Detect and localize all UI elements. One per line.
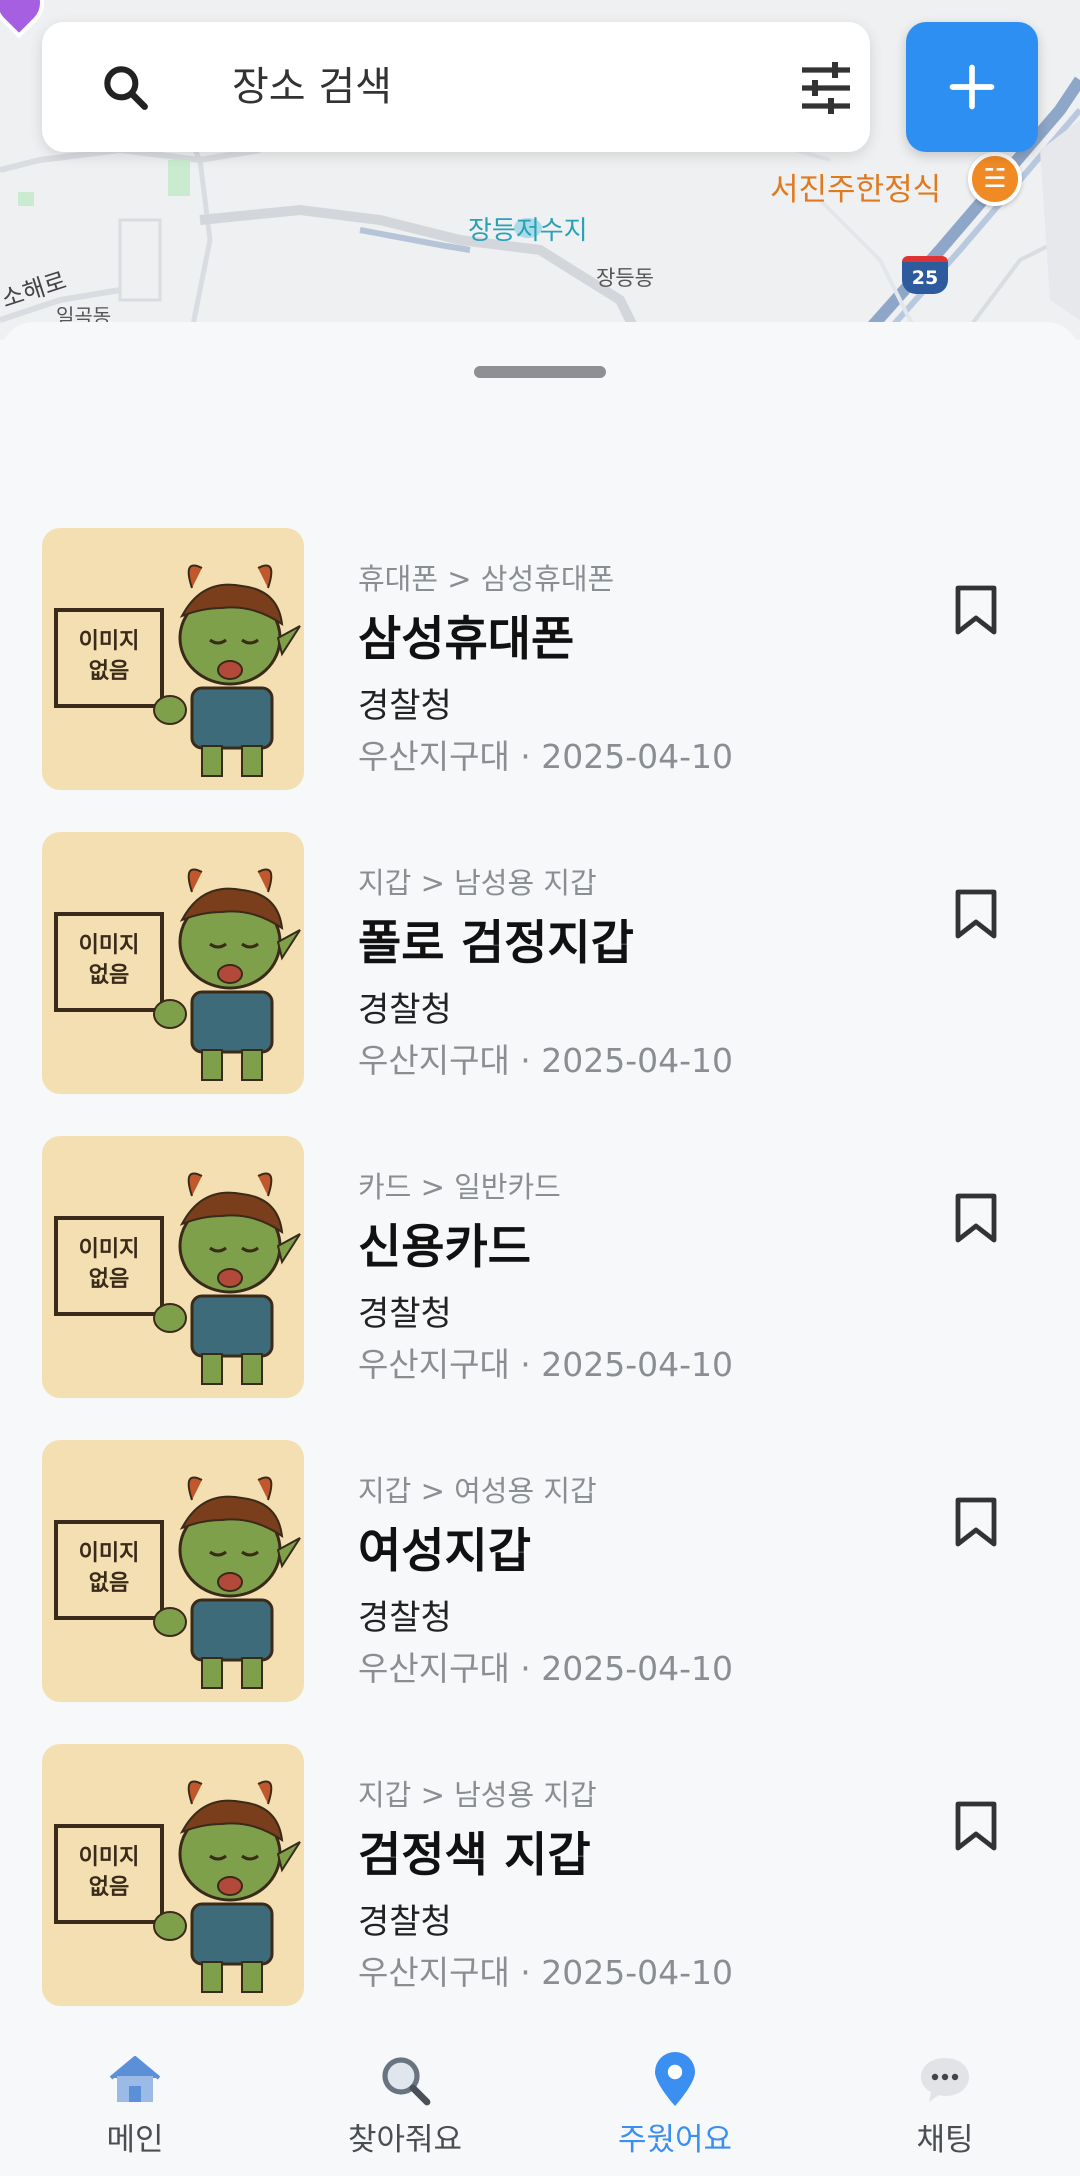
plus-icon <box>949 64 995 110</box>
bottom-sheet: 이미지 없음 휴대폰 > 삼성휴대폰 삼성휴대폰 경찰청 우산지구대 · 202… <box>0 322 1080 2176</box>
thumb-text-line2: 없음 <box>89 1571 129 1596</box>
bookmark-icon[interactable] <box>954 584 998 636</box>
bottom-nav: 메인 찾아줘요 주웠어요 채팅 <box>0 2036 1080 2176</box>
map-label-district: 장등동 <box>596 266 654 290</box>
bookmark-icon[interactable] <box>954 1496 998 1548</box>
thumb-text-line1: 이미지 <box>79 629 140 654</box>
item-category: 지갑 > 남성용 지갑 <box>358 1778 597 1812</box>
item-meta: 우산지구대 · 2025-04-10 <box>358 1041 734 1080</box>
thumb-text-line2: 없음 <box>89 963 129 988</box>
item-category: 휴대폰 > 삼성휴대폰 <box>358 562 615 596</box>
list-item[interactable]: 이미지 없음 지갑 > 남성용 지갑 폴로 검정지갑 경찰청 우산지구대 · 2… <box>0 832 1080 1096</box>
item-thumbnail: 이미지 없음 <box>42 832 304 1094</box>
item-meta: 우산지구대 · 2025-04-10 <box>358 1345 734 1384</box>
thumb-text-line1: 이미지 <box>79 1845 140 1870</box>
add-button[interactable] <box>906 22 1038 152</box>
home-icon <box>109 2056 161 2102</box>
item-thumbnail: 이미지 없음 <box>42 1136 304 1398</box>
thumb-text-line1: 이미지 <box>79 1541 140 1566</box>
item-organization: 경찰청 <box>358 990 452 1030</box>
item-title: 여성지갑 <box>358 1524 531 1579</box>
no-image-placeholder-icon: 이미지 없음 <box>54 564 301 777</box>
search-input[interactable]: 장소 검색 <box>232 22 392 152</box>
nav-label: 주웠어요 <box>617 2122 733 2158</box>
item-title: 폴로 검정지갑 <box>358 916 634 971</box>
item-category: 카드 > 일반카드 <box>358 1170 561 1204</box>
list-item[interactable]: 이미지 없음 지갑 > 여성용 지갑 여성지갑 경찰청 우산지구대 · 2025… <box>0 1440 1080 1704</box>
item-thumbnail: 이미지 없음 <box>42 528 304 790</box>
item-meta: 우산지구대 · 2025-04-10 <box>358 1649 734 1688</box>
item-organization: 경찰청 <box>358 1598 452 1638</box>
item-meta: 우산지구대 · 2025-04-10 <box>358 737 734 776</box>
item-meta: 우산지구대 · 2025-04-10 <box>358 1953 734 1992</box>
nav-item-chat[interactable]: 채팅 <box>810 2050 1080 2170</box>
item-category: 지갑 > 남성용 지갑 <box>358 866 597 900</box>
nav-item-main[interactable]: 메인 <box>0 2050 270 2170</box>
map-label-restaurant[interactable]: 서진주한정식 <box>770 164 941 209</box>
search-bar[interactable]: 장소 검색 <box>42 22 870 152</box>
highway-shield-icon: 25 <box>902 256 948 294</box>
item-thumbnail: 이미지 없음 <box>42 1744 304 2006</box>
item-organization: 경찰청 <box>358 1294 452 1334</box>
nav-label: 메인 <box>106 2122 164 2158</box>
nav-item-found[interactable]: 주웠어요 <box>540 2050 810 2170</box>
thumb-text-line1: 이미지 <box>79 933 140 958</box>
thumb-text-line2: 없음 <box>89 1875 129 1900</box>
thumb-text-line2: 없음 <box>89 659 129 684</box>
item-organization: 경찰청 <box>358 686 452 726</box>
location-pin-icon <box>655 2052 695 2106</box>
bookmark-icon[interactable] <box>954 1192 998 1244</box>
item-title: 신용카드 <box>358 1220 531 1275</box>
list-item[interactable]: 이미지 없음 지갑 > 남성용 지갑 검정색 지갑 경찰청 우산지구대 · 20… <box>0 1744 1080 2008</box>
no-image-placeholder-icon: 이미지 없음 <box>54 868 301 1081</box>
nav-item-find[interactable]: 찾아줘요 <box>270 2050 540 2170</box>
no-image-placeholder-icon: 이미지 없음 <box>54 1476 301 1689</box>
item-organization: 경찰청 <box>358 1902 452 1942</box>
search-icon <box>382 2057 431 2106</box>
no-image-placeholder-icon: 이미지 없음 <box>54 1780 301 1993</box>
restaurant-fork-icon[interactable]: ☱ <box>968 152 1022 206</box>
nav-label: 찾아줘요 <box>347 2122 463 2158</box>
search-icon <box>104 66 148 110</box>
bookmark-icon[interactable] <box>954 1800 998 1852</box>
item-title: 삼성휴대폰 <box>358 612 575 667</box>
nav-label: 채팅 <box>916 2122 974 2158</box>
thumb-text-line2: 없음 <box>89 1267 129 1292</box>
filter-sliders-icon[interactable] <box>798 62 854 114</box>
map-label-reservoir: 장등저수지 <box>468 216 588 246</box>
bookmark-icon[interactable] <box>954 888 998 940</box>
chat-bubble-icon <box>921 2058 969 2102</box>
thumb-text-line1: 이미지 <box>79 1237 140 1262</box>
item-thumbnail: 이미지 없음 <box>42 1440 304 1702</box>
list-item[interactable]: 이미지 없음 휴대폰 > 삼성휴대폰 삼성휴대폰 경찰청 우산지구대 · 202… <box>0 528 1080 792</box>
no-image-placeholder-icon: 이미지 없음 <box>54 1172 301 1385</box>
item-title: 검정색 지갑 <box>358 1828 591 1883</box>
item-category: 지갑 > 여성용 지갑 <box>358 1474 597 1508</box>
list-item[interactable]: 이미지 없음 카드 > 일반카드 신용카드 경찰청 우산지구대 · 2025-0… <box>0 1136 1080 1400</box>
sheet-drag-handle[interactable] <box>474 366 606 378</box>
